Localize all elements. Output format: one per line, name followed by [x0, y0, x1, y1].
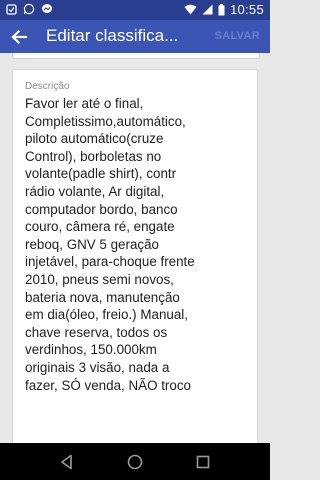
previous-card — [12, 53, 260, 59]
whatsapp-icon — [23, 3, 35, 15]
battery-icon — [218, 3, 225, 15]
status-system: 10:55 — [184, 2, 264, 17]
page-title: Editar classifica... — [46, 26, 179, 45]
description-card: Descrição Favor ler até o final, Complet… — [12, 69, 258, 443]
notification-icon — [6, 3, 17, 15]
status-notifications — [6, 3, 53, 15]
form-content[interactable]: Descrição Favor ler até o final, Complet… — [0, 53, 270, 443]
back-arrow-icon[interactable] — [8, 26, 30, 48]
save-button[interactable]: SALVAR — [215, 30, 260, 42]
back-triangle-icon[interactable] — [57, 452, 77, 472]
messenger-icon — [42, 4, 52, 13]
wifi-icon — [184, 4, 197, 15]
recents-square-icon[interactable] — [193, 452, 213, 472]
status-time: 10:55 — [229, 2, 264, 17]
app-bar: Editar classifica... SALVAR — [0, 20, 270, 53]
navigation-bar — [0, 443, 270, 480]
description-label: Descrição — [25, 81, 70, 92]
home-circle-icon[interactable] — [125, 452, 145, 472]
status-bar: 10:55 — [0, 0, 270, 20]
description-field[interactable]: Favor ler até o final, Completissimo,aut… — [25, 95, 251, 394]
signal-icon — [202, 4, 213, 15]
